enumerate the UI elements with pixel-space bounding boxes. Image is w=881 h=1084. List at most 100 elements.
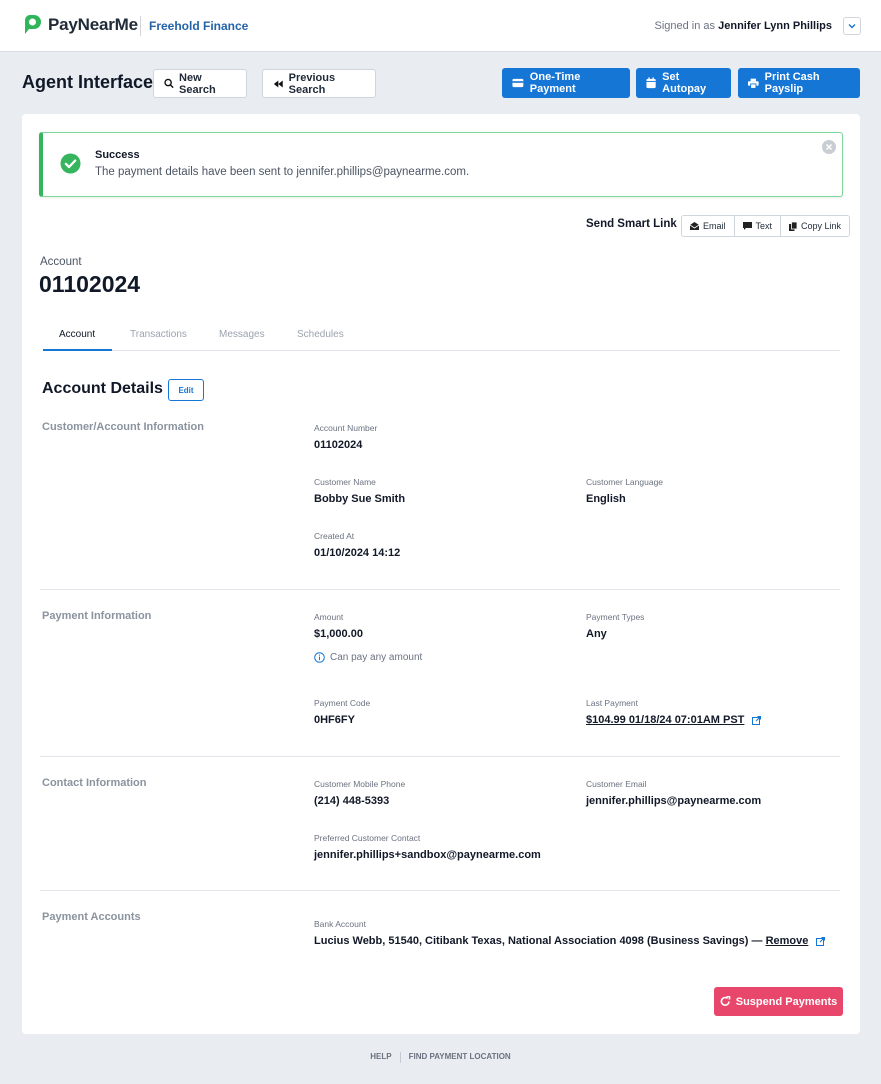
- redo-icon: [720, 996, 731, 1006]
- amount-note-text: Can pay any amount: [330, 652, 423, 663]
- message-icon: [742, 222, 752, 230]
- one-time-payment-label: One-Time Payment: [529, 71, 581, 95]
- customer-name-value: Bobby Sue Smith: [314, 493, 406, 505]
- page-title: Agent Interface: [22, 72, 154, 92]
- user-menu-button[interactable]: [843, 17, 861, 35]
- footer-divider: [399, 1052, 401, 1063]
- account-details-title: Account Details: [42, 380, 163, 397]
- section-divider: [40, 589, 840, 590]
- signed-in-user: Jennifer Lynn Phillips: [718, 20, 832, 32]
- logo-text: PayNearMe: [48, 15, 138, 34]
- find-payment-location-link[interactable]: FIND PAYMENT LOCATION: [409, 1052, 511, 1063]
- customer-language-label: Customer Language: [586, 477, 664, 487]
- smart-link-copy-button[interactable]: Copy Link: [781, 216, 850, 236]
- info-icon: [314, 652, 325, 663]
- amount-label: Amount: [314, 612, 344, 622]
- success-alert: Success The payment details have been se…: [39, 132, 843, 197]
- close-icon[interactable]: [822, 140, 836, 154]
- tab-transactions[interactable]: Transactions: [130, 329, 187, 340]
- print-cash-payslip-label: Print Cash Payslip: [764, 71, 820, 95]
- signed-in-prefix: Signed in as: [654, 20, 716, 32]
- account-card: Success The payment details have been se…: [22, 114, 860, 1034]
- smart-link-email-button[interactable]: Email: [682, 216, 735, 236]
- signed-in-text: Signed in as Jennifer Lynn Phillips: [655, 20, 833, 32]
- payment-accounts-group-title: Payment Accounts: [42, 911, 141, 923]
- help-link[interactable]: HELP: [370, 1052, 391, 1063]
- brand-divider: [140, 16, 141, 36]
- org-name: Freehold Finance: [149, 19, 249, 33]
- paynearme-logo[interactable]: PayNearMe: [21, 14, 138, 36]
- mobile-phone-value: (214) 448-5393: [314, 795, 390, 807]
- preferred-contact-value: jennifer.phillips+sandbox@paynearme.com: [314, 849, 541, 861]
- edit-button[interactable]: Edit: [168, 379, 204, 401]
- remove-bank-account-link[interactable]: Remove: [766, 935, 809, 947]
- bank-account-value: Lucius Webb, 51540, Citibank Texas, Nati…: [314, 935, 763, 947]
- created-at-value: 01/10/2024 14:12: [314, 547, 401, 559]
- account-number-heading: 01102024: [39, 271, 141, 297]
- customer-language-value: English: [586, 493, 626, 505]
- customer-info-group-title: Customer/Account Information: [42, 421, 204, 433]
- set-autopay-button[interactable]: Set Autopay: [636, 68, 731, 98]
- section-divider: [40, 890, 840, 891]
- created-at-label: Created At: [314, 531, 355, 541]
- last-payment-value[interactable]: $104.99 01/18/24 07:01AM PST: [586, 714, 744, 726]
- external-link-icon[interactable]: [752, 715, 762, 725]
- suspend-payments-label: Suspend Payments: [735, 995, 838, 1008]
- bank-account-label: Bank Account: [314, 919, 366, 929]
- smart-link-text-label: Text: [755, 221, 773, 231]
- account-number-label: Account Number: [314, 423, 378, 433]
- printer-icon: [748, 78, 759, 89]
- account-tabs: Account Transactions Messages Schedules: [43, 321, 840, 351]
- previous-search-button[interactable]: Previous Search: [262, 69, 376, 98]
- new-search-label: New Search: [179, 71, 216, 96]
- send-smart-link-label: Send Smart Link: [586, 218, 677, 230]
- footer: HELP FIND PAYMENT LOCATION: [0, 1052, 881, 1063]
- rewind-icon: [273, 79, 283, 88]
- previous-search-label: Previous Search: [288, 71, 336, 96]
- active-tab-indicator: [43, 349, 112, 351]
- bank-account-row: Lucius Webb, 51540, Citibank Texas, Nati…: [314, 935, 826, 947]
- payment-code-value: 0HF6FY: [314, 714, 355, 726]
- tab-messages[interactable]: Messages: [219, 329, 265, 340]
- amount-value: $1,000.00: [314, 628, 363, 640]
- tab-schedules[interactable]: Schedules: [297, 329, 344, 340]
- paynearme-logo-icon: [25, 15, 41, 34]
- account-label: Account: [40, 256, 82, 268]
- payment-code-label: Payment Code: [314, 698, 371, 708]
- search-icon: [164, 78, 174, 89]
- smart-link-copy-label: Copy Link: [801, 221, 842, 231]
- last-payment-label: Last Payment: [586, 698, 638, 708]
- last-payment-link[interactable]: $104.99 01/18/24 07:01AM PST: [586, 714, 762, 726]
- payment-types-value: Any: [586, 628, 607, 640]
- credit-card-icon: [512, 78, 524, 88]
- new-search-button[interactable]: New Search: [153, 69, 247, 98]
- smart-link-email-label: Email: [703, 221, 726, 231]
- suspend-payments-button[interactable]: Suspend Payments: [714, 987, 843, 1016]
- mobile-phone-label: Customer Mobile Phone: [314, 779, 406, 789]
- alert-message: The payment details have been sent to je…: [95, 166, 470, 178]
- check-circle-icon: [60, 153, 81, 174]
- envelope-icon: [690, 222, 699, 230]
- smart-link-button-group: Email Text Copy Link: [681, 215, 851, 237]
- one-time-payment-button[interactable]: One-Time Payment: [502, 68, 630, 98]
- customer-name-label: Customer Name: [314, 477, 376, 487]
- tab-account[interactable]: Account: [59, 329, 95, 340]
- customer-email-label: Customer Email: [586, 779, 647, 789]
- copy-icon: [789, 221, 798, 231]
- set-autopay-label: Set Autopay: [662, 71, 707, 95]
- chevron-down-icon: [848, 24, 856, 29]
- contact-info-group-title: Contact Information: [42, 777, 147, 789]
- payment-types-label: Payment Types: [586, 612, 645, 622]
- account-number-value: 01102024: [314, 439, 363, 451]
- calendar-icon: [646, 77, 656, 89]
- customer-email-value: jennifer.phillips@paynearme.com: [586, 795, 762, 807]
- section-divider: [40, 756, 840, 757]
- external-link-icon[interactable]: [816, 936, 826, 946]
- payment-info-group-title: Payment Information: [42, 610, 152, 622]
- preferred-contact-label: Preferred Customer Contact: [314, 833, 421, 843]
- amount-note: Can pay any amount: [314, 652, 422, 663]
- smart-link-text-button[interactable]: Text: [734, 216, 782, 236]
- top-bar: PayNearMe Freehold Finance Signed in as …: [0, 0, 881, 52]
- alert-title: Success: [95, 149, 140, 161]
- print-cash-payslip-button[interactable]: Print Cash Payslip: [738, 68, 860, 98]
